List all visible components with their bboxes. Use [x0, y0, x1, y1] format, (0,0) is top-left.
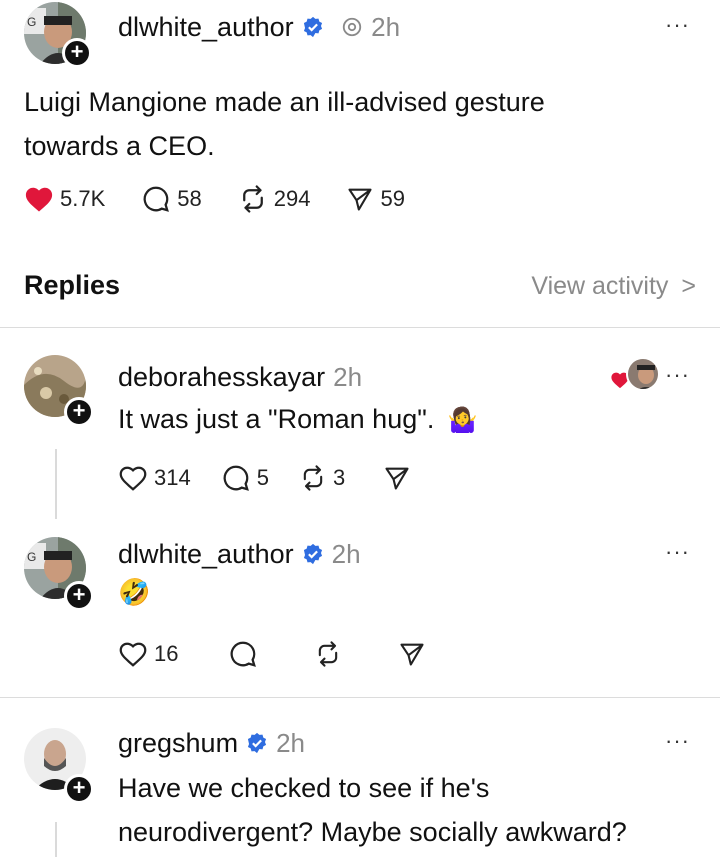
repost-button[interactable] [314, 640, 348, 668]
send-icon [385, 467, 409, 490]
share-button[interactable]: 59 [346, 185, 405, 213]
verified-badge-icon [303, 543, 322, 565]
thread-line [55, 449, 57, 519]
reply-time: 2h [331, 539, 361, 569]
post-text-line: Luigi Mangione made an ill-advised gestu… [24, 87, 545, 117]
post-time: 2h [371, 12, 401, 42]
shrug-emoji: 🤷‍♀️ [447, 407, 478, 434]
reply-text-line: Have we checked to see if he's [118, 773, 490, 803]
more-options-icon[interactable]: ··· [665, 539, 690, 565]
like-count: 16 [154, 641, 179, 666]
comment-count: 58 [177, 186, 202, 211]
post-text-line: towards a CEO. [24, 131, 215, 161]
share-button[interactable] [398, 640, 432, 668]
avatar[interactable]: G + [24, 537, 94, 611]
chevron-right-icon: > [681, 272, 696, 300]
repost-count: 294 [273, 186, 311, 211]
share-count: 59 [380, 186, 405, 211]
main-post: G + dlwhite_author 2h ··· Luigi Mangione… [0, 0, 720, 250]
divider [0, 697, 720, 698]
follow-plus-icon[interactable]: + [62, 38, 92, 68]
reply: + deborahesskayar 2h ··· It was just a "R… [0, 345, 720, 535]
reply-actions: 16 [118, 639, 476, 669]
author-mini-avatar [626, 357, 660, 391]
laughing-emoji: 🤣 [118, 577, 151, 607]
username[interactable]: gregshum [118, 728, 238, 758]
repost-icon [303, 465, 323, 491]
like-button[interactable]: 5.7K [24, 185, 105, 213]
post-header: dlwhite_author 2h [118, 12, 400, 43]
reply: + gregshum 2h ··· Have we checked to see … [0, 712, 720, 857]
view-activity-link[interactable]: View activity > [531, 272, 696, 301]
follow-plus-icon[interactable]: + [64, 774, 94, 804]
like-button[interactable]: 16 [118, 640, 178, 668]
like-count: 5.7K [60, 186, 106, 211]
reply-time: 2h [276, 728, 305, 758]
verified-badge-icon [248, 732, 267, 754]
replies-title: Replies [24, 270, 121, 300]
view-activity-label: View activity [531, 272, 669, 300]
reply-header: dlwhite_author 2h [118, 539, 361, 570]
username[interactable]: dlwhite_author [118, 539, 294, 569]
post-actions: 5.7K 58 294 59 [24, 184, 449, 214]
comment-icon [223, 465, 249, 491]
follow-plus-icon[interactable]: + [64, 581, 94, 611]
reply: G + dlwhite_author 2h ··· 🤣 16 [0, 525, 720, 695]
replies-header: Replies View activity > [24, 268, 696, 308]
repost-count: 3 [332, 465, 346, 490]
comment-icon [231, 641, 257, 667]
svg-text:G: G [27, 15, 36, 29]
repost-icon [242, 185, 263, 213]
avatar[interactable]: + [24, 355, 94, 427]
comment-button[interactable] [228, 639, 264, 669]
reply-text-content: It was just a "Roman hug". [118, 404, 435, 434]
reply-text-line: neurodivergent? Maybe socially awkward? [118, 817, 627, 847]
reply-actions: 314 5 3 [118, 463, 461, 493]
comment-icon [143, 186, 170, 212]
svg-text:G: G [27, 550, 36, 564]
repost-button[interactable]: 294 [238, 184, 311, 214]
username[interactable]: deborahesskayar [118, 362, 325, 392]
threads-icon [342, 17, 362, 37]
reply-time: 2h [333, 362, 363, 392]
thread-line [55, 822, 57, 857]
heart-outline-icon [119, 466, 147, 491]
more-options-icon[interactable]: ··· [665, 362, 690, 388]
divider [0, 327, 720, 328]
reply-header: gregshum 2h [118, 728, 305, 759]
share-button[interactable] [383, 464, 417, 492]
like-count: 314 [154, 465, 191, 490]
liked-by-author [610, 357, 662, 393]
reply-header: deborahesskayar 2h [118, 362, 362, 393]
comment-button[interactable]: 5 [221, 463, 269, 493]
repost-button[interactable]: 3 [299, 464, 345, 492]
repost-icon [319, 641, 338, 667]
comment-button[interactable]: 58 [141, 184, 202, 214]
send-icon [400, 643, 425, 666]
verified-badge-icon [303, 16, 322, 38]
follow-plus-icon[interactable]: + [64, 397, 94, 427]
reply-text: Have we checked to see if he's neurodive… [118, 766, 627, 854]
post-text: Luigi Mangione made an ill-advised gestu… [24, 80, 545, 168]
more-options-icon[interactable]: ··· [665, 728, 690, 754]
avatar[interactable]: G + [24, 2, 92, 68]
more-options-icon[interactable]: ··· [665, 12, 690, 38]
heart-outline-icon [119, 642, 147, 667]
like-button[interactable]: 314 [118, 464, 191, 492]
reply-text: It was just a "Roman hug". 🤷‍♀️ [118, 397, 478, 443]
username[interactable]: dlwhite_author [118, 12, 294, 42]
send-icon [348, 188, 373, 211]
avatar[interactable]: + [24, 728, 94, 804]
comment-count: 5 [256, 465, 269, 490]
heart-filled-icon [25, 187, 53, 212]
